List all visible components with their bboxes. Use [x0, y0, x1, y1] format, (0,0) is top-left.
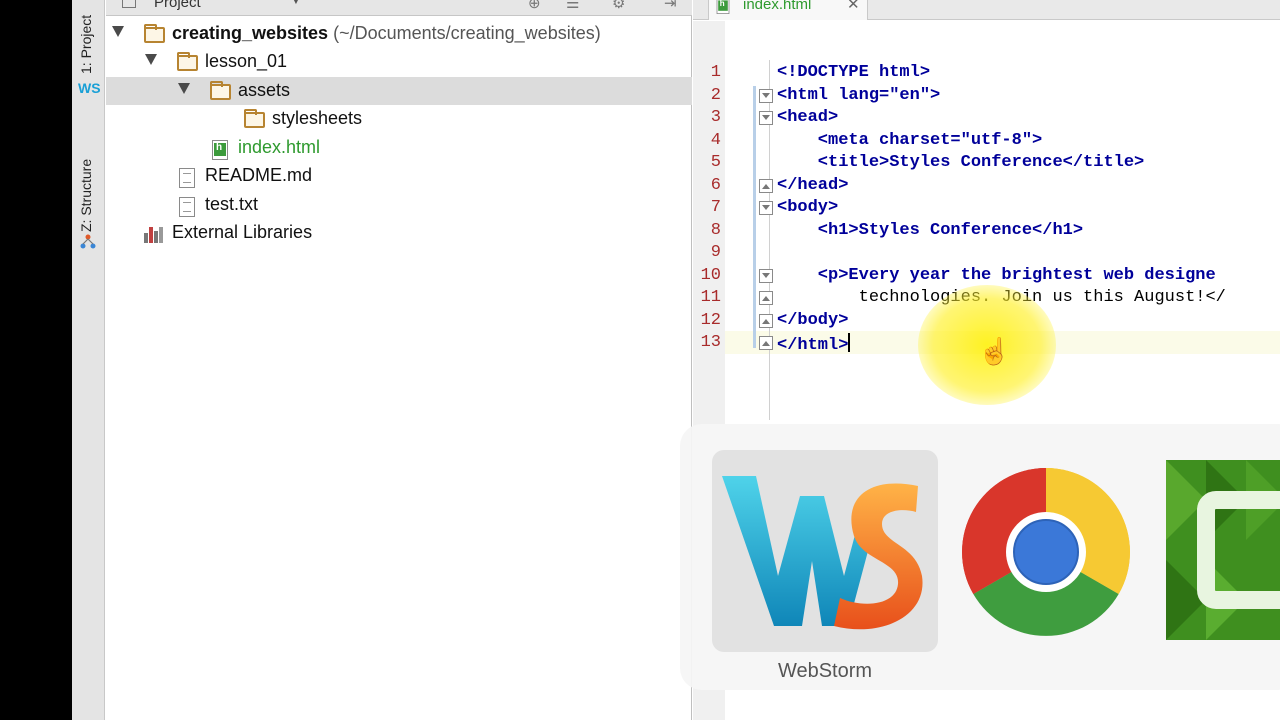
line-number: 13: [700, 333, 721, 352]
line-number: 11: [700, 288, 721, 307]
webstorm-small-icon: WS: [78, 80, 101, 96]
tab-index-html[interactable]: h index.html ✕: [708, 0, 868, 20]
code-line[interactable]: </head>: [777, 176, 848, 195]
tree-item-label: External Libraries: [172, 222, 313, 242]
expand-arrow-icon[interactable]: [145, 54, 157, 65]
code-line-current[interactable]: </html>: [777, 333, 851, 355]
tree-item-index-html[interactable]: h index.html: [106, 134, 692, 162]
scope-highlight-bar: [753, 86, 756, 348]
fold-close-icon[interactable]: [759, 336, 773, 350]
text-file-icon: [179, 197, 195, 217]
tree-item-external-libraries[interactable]: External Libraries: [106, 219, 692, 247]
tree-item-assets[interactable]: assets: [106, 77, 692, 105]
fold-close-icon[interactable]: [759, 179, 773, 193]
tree-item-label: README.md: [205, 165, 313, 185]
code-line[interactable]: <p>Every year the brightest web designe: [777, 266, 1216, 285]
tree-item-path: (~/Documents/creating_websites): [333, 23, 601, 43]
folder-icon: [144, 24, 165, 43]
tree-item-label: stylesheets: [272, 108, 363, 128]
app-switcher: WebStorm: [680, 424, 1280, 690]
tree-item-lesson-01[interactable]: lesson_01: [106, 48, 692, 76]
tree-item-test-txt[interactable]: test.txt: [106, 191, 692, 219]
folder-icon: [177, 52, 198, 71]
folder-icon: [210, 81, 231, 100]
line-number: 3: [710, 108, 721, 127]
left-black-bar: [0, 0, 72, 720]
code-line[interactable]: <html lang="en">: [777, 86, 940, 105]
line-number: 2: [710, 86, 721, 105]
app-webstorm[interactable]: [712, 450, 938, 652]
tree-item-label: test.txt: [205, 194, 259, 214]
tree-item-creating-websites[interactable]: creating_websites (~/Documents/creating_…: [106, 20, 692, 48]
project-panel: Project ▼ ⊕ ☰ ⚙ ⇥ creating_websites (~/D…: [106, 0, 692, 720]
fold-open-icon[interactable]: [759, 269, 773, 283]
tab-structure[interactable]: Z: Structure: [78, 159, 94, 232]
text-caret: [848, 333, 851, 352]
code-line: </html>: [777, 336, 849, 355]
code-line[interactable]: </body>: [777, 311, 848, 330]
tool-window-bar: 1: Project WS Z: Structure: [72, 0, 105, 720]
code-line[interactable]: <h1>Styles Conference</h1>: [777, 221, 1083, 240]
hide-panel-icon[interactable]: ⇥: [664, 0, 677, 12]
tree-item-label: lesson_01: [205, 51, 288, 71]
line-number: 4: [710, 131, 721, 150]
line-number: 7: [710, 198, 721, 217]
project-panel-header: Project ▼ ⊕ ☰ ⚙ ⇥: [106, 0, 692, 16]
fold-close-icon[interactable]: [759, 291, 773, 305]
expand-arrow-icon[interactable]: [112, 26, 124, 37]
tab-project[interactable]: 1: Project: [78, 15, 94, 74]
folder-icon: [244, 109, 265, 128]
locate-icon[interactable]: ⊕: [528, 0, 541, 12]
hand-cursor-icon: ☝: [978, 336, 1011, 366]
fold-open-icon[interactable]: [759, 89, 773, 103]
line-number: 9: [710, 243, 721, 262]
code-line[interactable]: <head>: [777, 108, 838, 127]
tree-item-stylesheets[interactable]: stylesheets: [106, 105, 692, 133]
html-file-icon: h: [716, 0, 730, 14]
tab-label: index.html: [743, 0, 812, 13]
project-view-selector[interactable]: Project: [154, 0, 201, 11]
html-file-icon: h: [212, 140, 228, 160]
editor-tab-strip: h index.html ✕: [693, 0, 1280, 20]
line-number: 5: [710, 153, 721, 172]
line-number: 8: [710, 221, 721, 240]
tree-item-label: assets: [238, 80, 291, 100]
app-switcher-label: WebStorm: [777, 660, 873, 682]
tree-item-label: creating_websites: [172, 23, 329, 43]
collapse-all-icon[interactable]: ☰: [566, 0, 579, 12]
tree-item-readme[interactable]: README.md: [106, 162, 692, 190]
code-line[interactable]: <!DOCTYPE html>: [777, 63, 930, 82]
fold-close-icon[interactable]: [759, 314, 773, 328]
chevron-down-icon[interactable]: ▼: [291, 0, 301, 7]
close-icon[interactable]: ✕: [847, 0, 860, 13]
line-number: 12: [700, 311, 721, 330]
line-number: 1: [710, 63, 721, 82]
line-number: 6: [710, 176, 721, 195]
text-file-icon: [179, 168, 195, 188]
line-number: 10: [700, 266, 721, 285]
code-line[interactable]: <body>: [777, 198, 838, 217]
structure-icon: [80, 234, 96, 249]
fold-open-icon[interactable]: [759, 111, 773, 125]
expand-arrow-icon[interactable]: [178, 83, 190, 94]
project-view-icon: [122, 0, 136, 8]
code-line[interactable]: <meta charset="utf-8">: [777, 131, 1042, 150]
webstorm-icon: [722, 476, 923, 630]
fold-open-icon[interactable]: [759, 201, 773, 215]
chrome-icon[interactable]: [952, 466, 1140, 638]
gear-icon[interactable]: ⚙: [612, 0, 625, 12]
camtasia-icon[interactable]: [1166, 460, 1280, 640]
tree-item-label: index.html: [238, 137, 321, 157]
code-line[interactable]: <title>Styles Conference</title>: [777, 153, 1144, 172]
library-icon: [144, 225, 166, 243]
